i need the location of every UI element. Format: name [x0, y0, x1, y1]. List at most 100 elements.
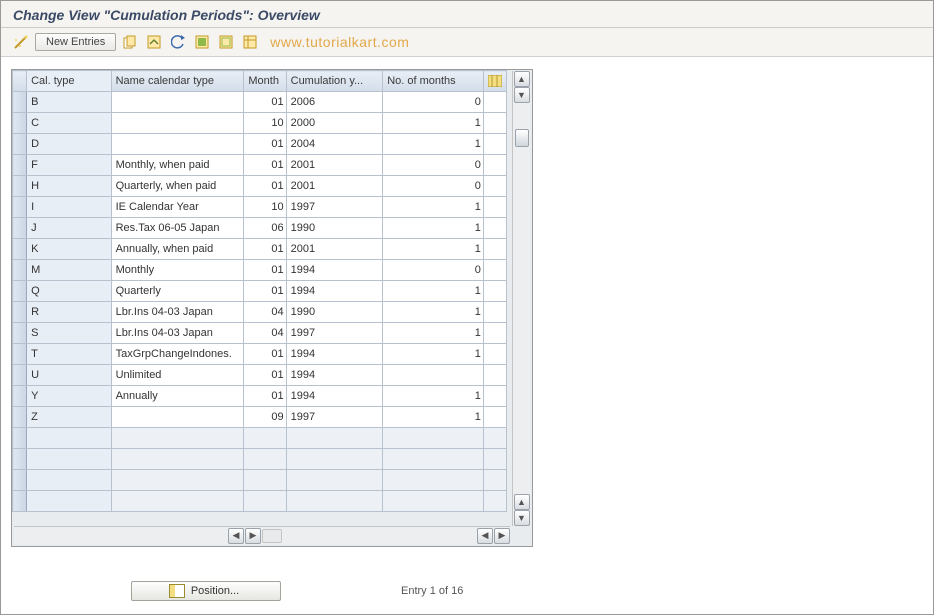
cell-name[interactable] [111, 113, 244, 134]
row-selector[interactable] [13, 155, 27, 176]
cell-name[interactable]: Quarterly, when paid [111, 176, 244, 197]
table-row[interactable]: KAnnually, when paid0120011 [13, 239, 507, 260]
new-entries-button[interactable]: New Entries [35, 33, 116, 51]
row-selector[interactable] [13, 323, 27, 344]
col-caltype[interactable]: Cal. type [27, 71, 112, 92]
cell-caltype[interactable]: J [27, 218, 112, 239]
table-row[interactable]: B 0120060 [13, 92, 507, 113]
col-month[interactable]: Month [244, 71, 286, 92]
cell-year[interactable]: 1994 [286, 386, 383, 407]
scroll-down-icon[interactable]: ▼ [514, 510, 530, 526]
cell-month[interactable]: 09 [244, 407, 286, 428]
cell-months[interactable]: 0 [383, 176, 484, 197]
cell-month[interactable]: 01 [244, 365, 286, 386]
table-row-empty[interactable] [13, 428, 507, 449]
cell-name[interactable]: IE Calendar Year [111, 197, 244, 218]
cell-months[interactable]: 1 [383, 344, 484, 365]
cell-name[interactable] [111, 92, 244, 113]
cell-caltype[interactable]: Y [27, 386, 112, 407]
cell-caltype[interactable]: C [27, 113, 112, 134]
cell-name[interactable] [111, 407, 244, 428]
row-selector[interactable] [13, 281, 27, 302]
table-row[interactable]: JRes.Tax 06-05 Japan0619901 [13, 218, 507, 239]
cell-months[interactable]: 0 [383, 155, 484, 176]
undo-icon[interactable] [168, 32, 188, 52]
cell-caltype[interactable]: M [27, 260, 112, 281]
position-button[interactable]: Position... [131, 581, 281, 601]
cell-month[interactable]: 04 [244, 323, 286, 344]
row-selector[interactable] [13, 176, 27, 197]
cell-name[interactable]: Annually, when paid [111, 239, 244, 260]
cell-year[interactable]: 1994 [286, 344, 383, 365]
scroll-left-icon[interactable]: ◀ [228, 528, 244, 544]
table-row[interactable]: YAnnually0119941 [13, 386, 507, 407]
row-selector[interactable] [13, 260, 27, 281]
cell-name[interactable]: TaxGrpChangeIndones. [111, 344, 244, 365]
table-row[interactable]: Z0919971 [13, 407, 507, 428]
config-column-icon[interactable] [483, 71, 506, 92]
table-row[interactable]: UUnlimited011994 [13, 365, 507, 386]
scroll-right-icon[interactable]: ▶ [245, 528, 261, 544]
table-settings-icon[interactable] [240, 32, 260, 52]
cell-month[interactable]: 01 [244, 281, 286, 302]
row-selector[interactable] [13, 302, 27, 323]
cell-month[interactable]: 01 [244, 176, 286, 197]
cell-year[interactable]: 2001 [286, 155, 383, 176]
cell-year[interactable]: 2006 [286, 92, 383, 113]
cell-months[interactable]: 1 [383, 281, 484, 302]
cell-caltype[interactable]: K [27, 239, 112, 260]
cell-months[interactable]: 0 [383, 92, 484, 113]
cell-caltype[interactable]: R [27, 302, 112, 323]
cell-months[interactable]: 1 [383, 386, 484, 407]
cell-year[interactable]: 1990 [286, 218, 383, 239]
cell-months[interactable]: 1 [383, 302, 484, 323]
vertical-scrollbar[interactable]: ▲ ▼ ▲ ▼ [512, 71, 530, 526]
row-selector[interactable] [13, 113, 27, 134]
cell-months[interactable]: 1 [383, 134, 484, 155]
cell-name[interactable]: Res.Tax 06-05 Japan [111, 218, 244, 239]
cell-year[interactable]: 1997 [286, 407, 383, 428]
cell-month[interactable]: 01 [244, 92, 286, 113]
cell-month[interactable]: 01 [244, 344, 286, 365]
cell-name[interactable] [111, 134, 244, 155]
select-all-icon[interactable] [192, 32, 212, 52]
cell-months[interactable]: 1 [383, 239, 484, 260]
hscroll-left[interactable]: ◀ ▶ [228, 527, 282, 544]
cell-caltype[interactable]: F [27, 155, 112, 176]
cell-months[interactable] [383, 365, 484, 386]
row-selector[interactable] [13, 197, 27, 218]
cell-year[interactable]: 1990 [286, 302, 383, 323]
cell-month[interactable]: 01 [244, 239, 286, 260]
table-row[interactable]: FMonthly, when paid0120010 [13, 155, 507, 176]
table-row[interactable]: HQuarterly, when paid0120010 [13, 176, 507, 197]
cell-caltype[interactable]: T [27, 344, 112, 365]
cell-month[interactable]: 01 [244, 386, 286, 407]
col-months[interactable]: No. of months [383, 71, 484, 92]
cell-caltype[interactable]: B [27, 92, 112, 113]
table-row[interactable]: SLbr.Ins 04-03 Japan0419971 [13, 323, 507, 344]
cell-months[interactable]: 1 [383, 197, 484, 218]
cell-months[interactable]: 0 [383, 260, 484, 281]
cell-name[interactable]: Unlimited [111, 365, 244, 386]
hscroll-right[interactable]: ◀ ▶ [477, 527, 510, 544]
copy-icon[interactable] [120, 32, 140, 52]
table-row-empty[interactable] [13, 470, 507, 491]
table-row[interactable]: QQuarterly0119941 [13, 281, 507, 302]
row-selector[interactable] [13, 218, 27, 239]
cell-year[interactable]: 2004 [286, 134, 383, 155]
table-row-empty[interactable] [13, 449, 507, 470]
row-selector[interactable] [13, 365, 27, 386]
row-selector[interactable] [13, 239, 27, 260]
cell-name[interactable]: Lbr.Ins 04-03 Japan [111, 323, 244, 344]
hscroll-track-left[interactable] [262, 529, 282, 543]
cell-month[interactable]: 10 [244, 197, 286, 218]
row-selector[interactable] [13, 344, 27, 365]
row-selector[interactable] [13, 92, 27, 113]
cell-year[interactable]: 1997 [286, 197, 383, 218]
cell-month[interactable]: 01 [244, 134, 286, 155]
row-selector[interactable] [13, 134, 27, 155]
cell-caltype[interactable]: Q [27, 281, 112, 302]
deselect-all-icon[interactable] [216, 32, 236, 52]
cell-caltype[interactable]: S [27, 323, 112, 344]
cell-name[interactable]: Monthly [111, 260, 244, 281]
